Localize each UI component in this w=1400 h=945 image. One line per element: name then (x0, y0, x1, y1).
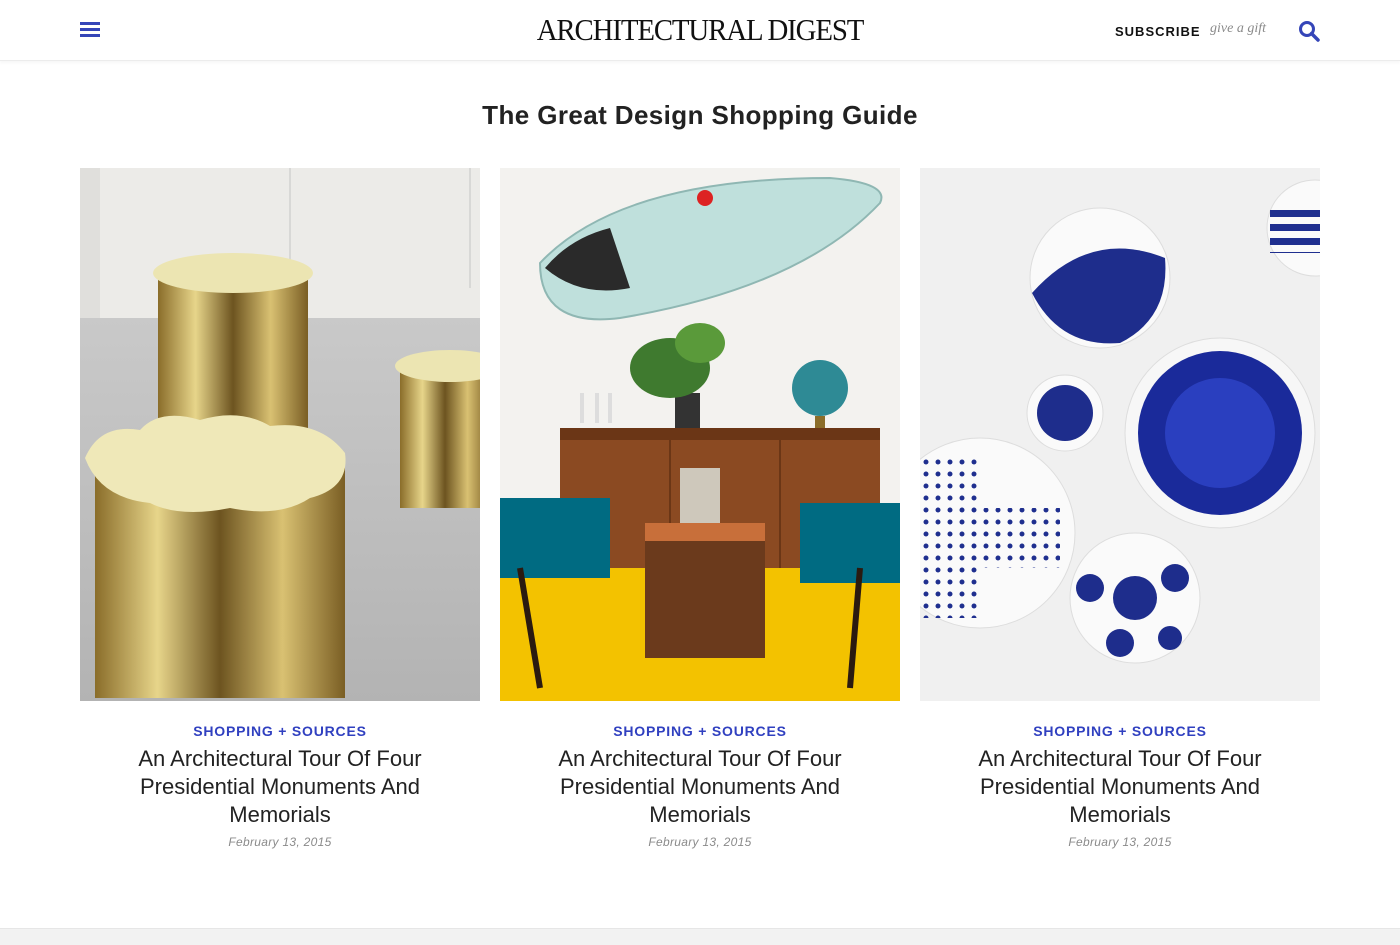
article-card[interactable]: SHOPPING + SOURCES An Architectural Tour… (500, 168, 900, 849)
article-image-blue-plates[interactable] (920, 168, 1320, 701)
article-headline[interactable]: An Architectural Tour Of Four Presidenti… (940, 745, 1300, 829)
article-image-brass-tables[interactable] (80, 168, 480, 701)
article-headline[interactable]: An Architectural Tour Of Four Presidenti… (100, 745, 460, 829)
article-image-living-room[interactable] (500, 168, 900, 701)
search-icon[interactable] (1298, 20, 1320, 42)
article-card[interactable]: SHOPPING + SOURCES An Architectural Tour… (920, 168, 1320, 849)
article-category[interactable]: SHOPPING + SOURCES (500, 723, 900, 739)
article-category[interactable]: SHOPPING + SOURCES (920, 723, 1320, 739)
site-header: ARCHITECTURAL DIGEST SUBSCRIBE give a gi… (0, 0, 1400, 61)
give-gift-link[interactable]: give a gift (1210, 21, 1266, 37)
subscribe-link[interactable]: SUBSCRIBE (1115, 24, 1201, 39)
article-headline[interactable]: An Architectural Tour Of Four Presidenti… (520, 745, 880, 829)
article-date: February 13, 2015 (228, 835, 332, 849)
article-card[interactable]: SHOPPING + SOURCES An Architectural Tour… (80, 168, 480, 849)
article-date: February 13, 2015 (1068, 835, 1172, 849)
section-title: The Great Design Shopping Guide (482, 100, 918, 130)
article-date: February 13, 2015 (648, 835, 752, 849)
footer-divider (0, 928, 1400, 945)
article-category[interactable]: SHOPPING + SOURCES (80, 723, 480, 739)
